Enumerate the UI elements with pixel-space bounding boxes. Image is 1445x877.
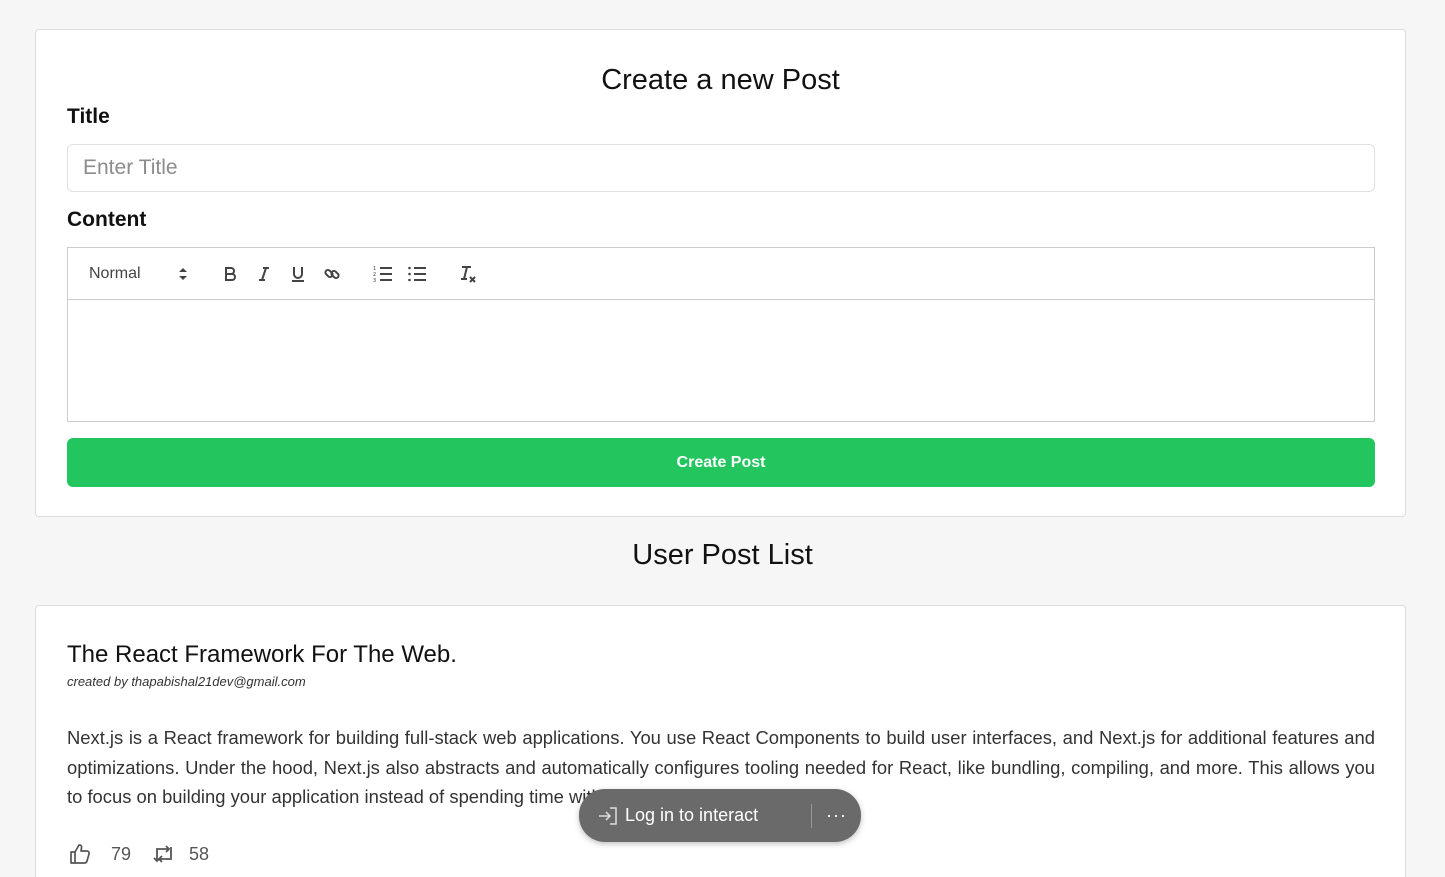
ordered-list-icon: 123 xyxy=(373,266,392,283)
clear-format-button[interactable] xyxy=(454,260,482,288)
login-label: Log in to interact xyxy=(625,805,759,825)
content-label: Content xyxy=(67,208,147,231)
editor-toolbar: Normal 123 xyxy=(67,247,1375,300)
repost-icon xyxy=(153,845,172,863)
ordered-list-button[interactable]: 123 xyxy=(369,260,397,288)
italic-button[interactable] xyxy=(250,260,278,288)
bullet-list-button[interactable] xyxy=(403,260,431,288)
header-format-value: Normal xyxy=(89,264,141,282)
post-author: created by thapabishal21dev@gmail.com xyxy=(67,674,306,689)
post-list-heading: User Post List xyxy=(632,539,813,571)
bullet-list-icon xyxy=(408,266,426,281)
link-icon xyxy=(324,268,340,279)
title-input[interactable] xyxy=(67,144,1375,192)
select-arrows-icon xyxy=(179,267,187,280)
login-icon xyxy=(599,806,617,825)
like-count: 79 xyxy=(111,843,132,864)
create-post-card: Create a new Post Title Content Normal 1… xyxy=(35,29,1406,517)
bold-button[interactable] xyxy=(216,260,244,288)
repost-count: 58 xyxy=(189,843,210,864)
title-label: Title xyxy=(67,105,110,128)
link-button[interactable] xyxy=(318,260,346,288)
more-options-button[interactable]: ··· xyxy=(812,789,861,842)
italic-icon xyxy=(259,266,269,281)
login-button[interactable]: Log in to interact xyxy=(579,789,811,842)
post-actions: 79 58 xyxy=(67,841,229,867)
underline-button[interactable] xyxy=(284,260,312,288)
create-post-heading: Create a new Post xyxy=(601,64,840,96)
svg-text:3: 3 xyxy=(373,278,376,283)
underline-icon xyxy=(292,266,304,282)
bold-icon xyxy=(225,266,236,281)
login-overlay: Log in to interact ··· xyxy=(579,789,861,842)
clear-format-icon xyxy=(461,265,476,283)
content-editor[interactable] xyxy=(67,299,1375,422)
header-format-select[interactable]: Normal xyxy=(84,260,194,288)
post-title: The React Framework For The Web. xyxy=(67,641,457,668)
like-button[interactable] xyxy=(67,841,93,867)
repost-button[interactable] xyxy=(151,841,177,867)
thumbs-up-icon xyxy=(70,844,90,864)
create-post-button[interactable]: Create Post xyxy=(67,438,1375,487)
